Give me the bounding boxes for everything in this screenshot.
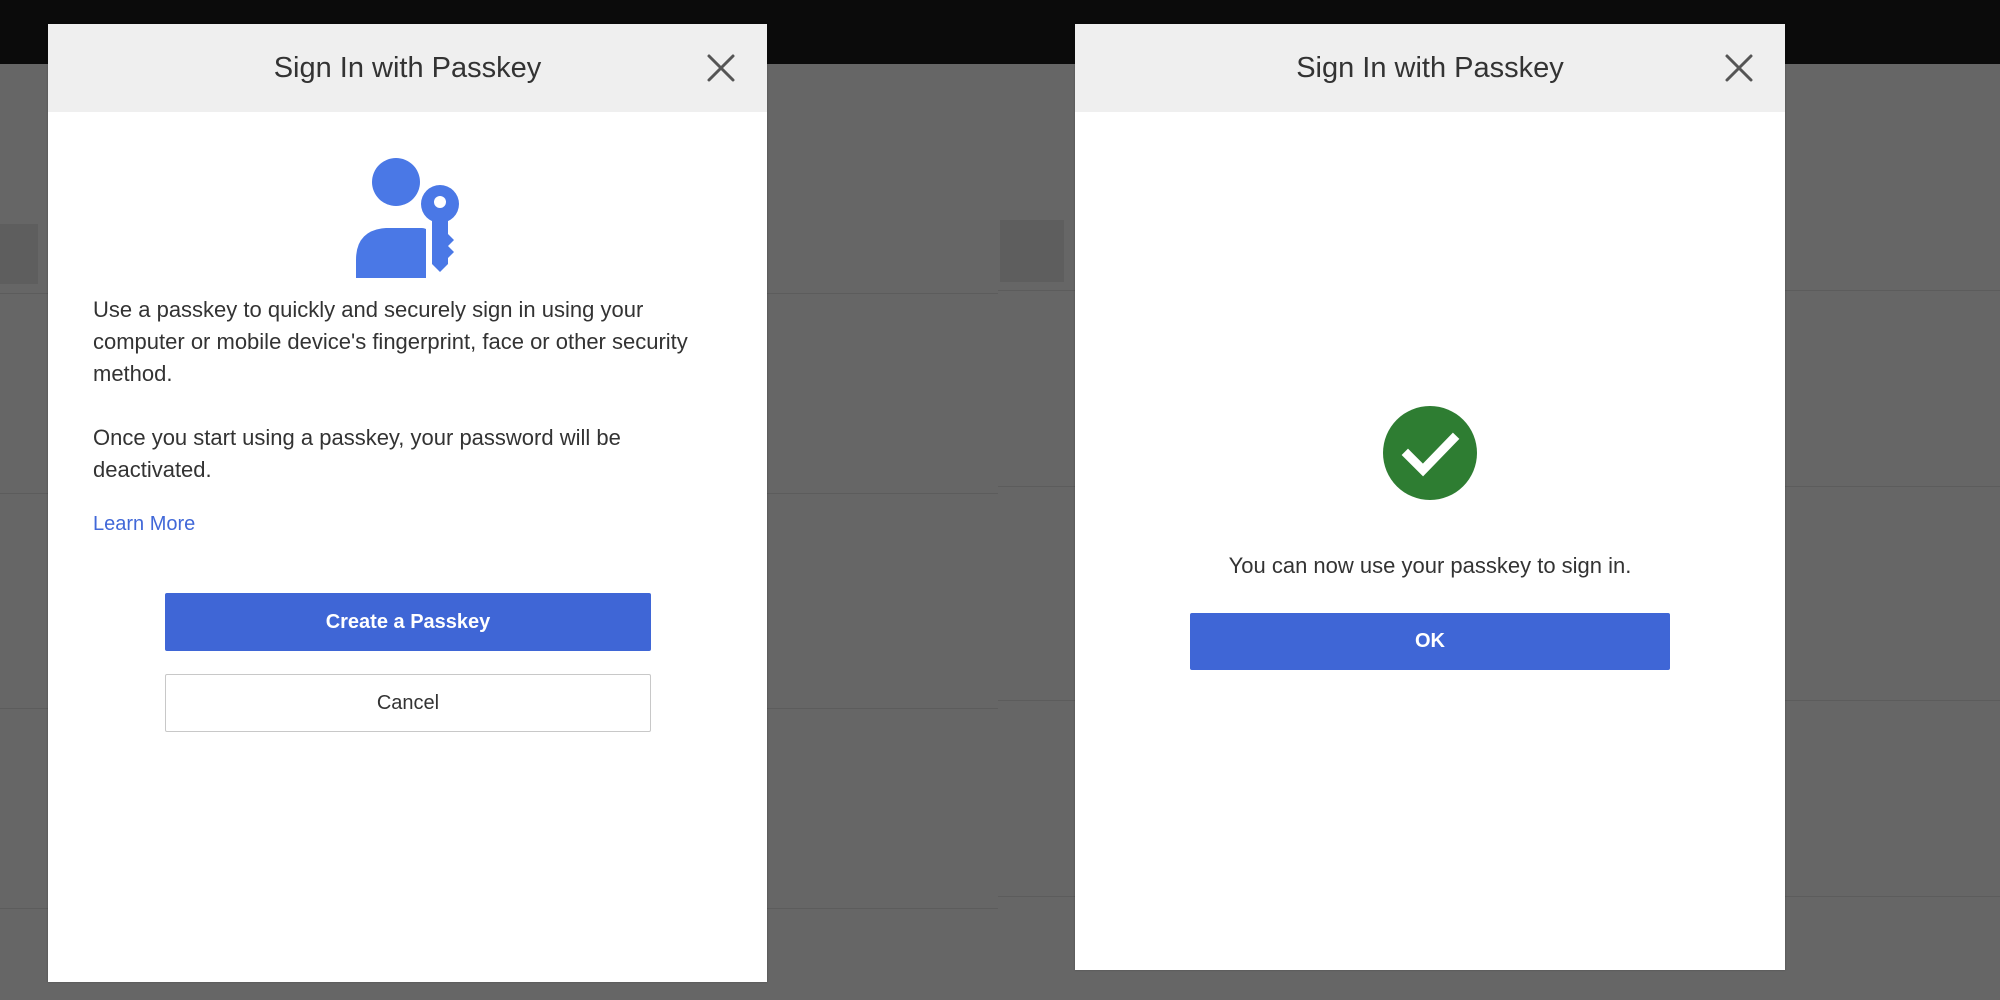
dialog-header: Sign In with Passkey (48, 24, 767, 112)
learn-more-link[interactable]: Learn More (93, 513, 195, 536)
background-element (0, 224, 38, 284)
close-icon[interactable] (1723, 52, 1755, 84)
ok-button[interactable]: OK (1190, 613, 1670, 670)
user-key-icon (356, 156, 466, 284)
background-element (1000, 220, 1064, 282)
check-circle-icon (1382, 405, 1478, 501)
create-passkey-button[interactable]: Create a Passkey (165, 593, 651, 651)
passkey-description: Use a passkey to quickly and securely si… (93, 297, 688, 386)
passkey-success-dialog: Sign In with Passkey You can now use you… (1075, 24, 1785, 970)
dialog-title: Sign In with Passkey (273, 51, 542, 84)
dialog-header: Sign In with Passkey (1075, 24, 1785, 112)
create-passkey-dialog: Sign In with Passkey Use a passkey to qu… (48, 24, 767, 982)
cancel-button[interactable]: Cancel (165, 674, 651, 732)
dialog-title: Sign In with Passkey (1296, 51, 1564, 84)
password-deactivation-note: Once you start using a passkey, your pas… (93, 425, 621, 482)
success-message: You can now use your passkey to sign in. (1228, 553, 1632, 578)
close-icon[interactable] (705, 52, 737, 84)
